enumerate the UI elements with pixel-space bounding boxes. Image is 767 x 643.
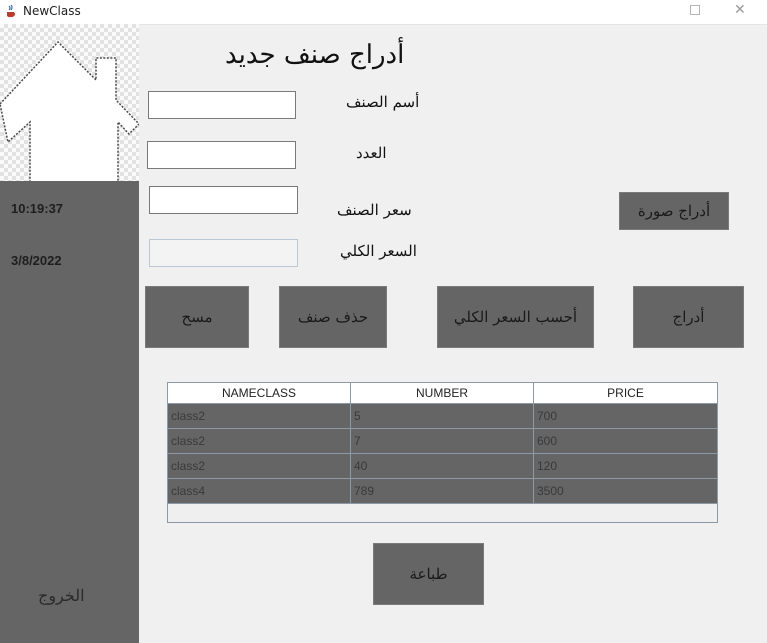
column-header-nameclass[interactable]: NAMECLASS: [168, 383, 351, 403]
exit-button[interactable]: الخروج: [38, 586, 85, 605]
home-panel: [0, 24, 139, 183]
cell-nameclass: class2: [168, 404, 351, 428]
maximize-button[interactable]: [690, 5, 700, 15]
print-button[interactable]: طباعة: [373, 543, 484, 605]
cell-price: 700: [537, 409, 558, 423]
window-title: NewClass: [23, 4, 81, 18]
table-row[interactable]: class2 7 600: [168, 429, 717, 454]
delete-class-button[interactable]: حذف صنف: [279, 286, 387, 348]
cell-price: 3500: [537, 484, 564, 498]
count-input[interactable]: [147, 141, 296, 169]
sidebar-panel: [0, 181, 139, 643]
cell-number: 7: [351, 429, 534, 453]
classes-table[interactable]: NAMECLASS NUMBER PRICE class2 5 700 clas…: [167, 382, 718, 523]
cell-price: 120: [537, 459, 558, 473]
price-input[interactable]: [149, 186, 298, 214]
close-button[interactable]: ✕: [734, 2, 746, 18]
table-row[interactable]: class2 5 700: [168, 404, 717, 429]
clock-time: 10:19:37: [11, 201, 64, 216]
count-label: العدد: [356, 144, 387, 162]
cell-number: 789: [351, 479, 534, 503]
cell-price: 600: [537, 434, 558, 448]
calculate-total-button[interactable]: أحسب السعر الكلي: [437, 286, 594, 348]
insert-image-button[interactable]: أدراج صورة: [619, 192, 729, 230]
title-bar: NewClass ✕: [0, 0, 767, 25]
class-name-input[interactable]: [148, 91, 296, 119]
insert-button[interactable]: أدراج: [633, 286, 744, 348]
column-header-number[interactable]: NUMBER: [351, 383, 534, 403]
clear-button[interactable]: مسح: [145, 286, 249, 348]
table-row[interactable]: class4 789 3500: [168, 479, 717, 504]
cell-nameclass: class2: [168, 429, 351, 453]
price-label: سعر الصنف: [337, 201, 412, 219]
java-cup-icon: [7, 4, 16, 17]
table-header: NAMECLASS NUMBER PRICE: [168, 383, 717, 404]
total-price-field: [149, 239, 298, 267]
cell-nameclass: class2: [168, 454, 351, 478]
class-name-label: أسم الصنف: [346, 93, 420, 111]
cell-number: 40: [351, 454, 534, 478]
cell-number: 5: [351, 404, 534, 428]
total-price-label: السعر الكلي: [340, 242, 417, 260]
home-icon[interactable]: [0, 38, 139, 188]
column-header-price[interactable]: PRICE: [534, 383, 717, 403]
table-row[interactable]: class2 40 120: [168, 454, 717, 479]
page-title: أدراج صنف جديد: [225, 40, 405, 70]
cell-nameclass: class4: [168, 479, 351, 503]
current-date: 3/8/2022: [11, 253, 62, 268]
